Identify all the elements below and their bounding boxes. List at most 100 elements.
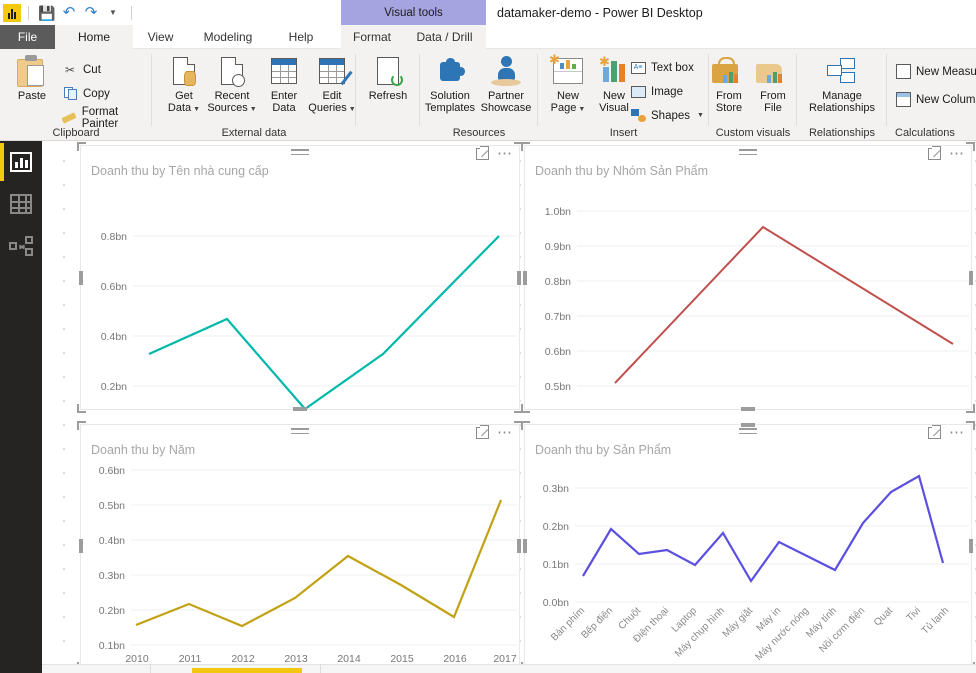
- visual-title: Doanh thu by Nhóm Sản Phẩm: [535, 164, 709, 178]
- visual-revenue-by-product-group[interactable]: ⋯ Doanh thu by Nhóm Sản Phẩm 0.5bn 0.6bn…: [521, 142, 975, 413]
- from-store-button[interactable]: From Store: [705, 53, 753, 119]
- recent-sources-icon: [221, 53, 245, 89]
- save-button[interactable]: 💾: [36, 2, 58, 24]
- tab-format[interactable]: Format: [341, 25, 403, 49]
- text-box-label: Text box: [651, 61, 694, 74]
- x-axis-tick-labels: Bàn phím Bếp điện Chuột Điện thoại Lapto…: [549, 605, 951, 663]
- sidebar-item-report[interactable]: [0, 141, 42, 183]
- contextual-tab-group-label: Visual tools: [341, 0, 486, 25]
- visual-header: ⋯: [81, 146, 519, 164]
- resize-handle-left[interactable]: [79, 539, 83, 553]
- group-label-calculations: Calculations: [895, 127, 955, 139]
- text-box-button[interactable]: A≡ Text box: [630, 57, 694, 78]
- refresh-button[interactable]: Refresh: [360, 53, 416, 119]
- tab-help[interactable]: Help: [268, 25, 334, 49]
- cut-button[interactable]: ✂ Cut: [62, 59, 101, 80]
- format-painter-button[interactable]: Format Painter: [61, 106, 152, 130]
- tab-view[interactable]: View: [133, 25, 188, 49]
- redo-icon: ↷: [84, 4, 98, 21]
- resize-handle-bottom[interactable]: [741, 407, 755, 411]
- resize-handle-bottom[interactable]: [293, 407, 307, 411]
- xtick: Bàn phím: [549, 605, 587, 643]
- redo-button[interactable]: ↷: [80, 2, 102, 24]
- ytick: 0.3bn: [99, 570, 125, 582]
- new-measure-button[interactable]: New Measure: [895, 61, 976, 82]
- page-tab-strip[interactable]: [42, 664, 976, 673]
- edit-queries-label-2: Queries: [308, 102, 347, 114]
- drag-handle[interactable]: [291, 149, 309, 157]
- page-tab-divider-1: [150, 664, 151, 673]
- paste-label: Paste: [17, 90, 47, 102]
- from-store-icon: [712, 53, 746, 89]
- resize-handle-right[interactable]: [517, 539, 521, 553]
- text-box-icon: A≡: [630, 60, 646, 76]
- tab-modeling[interactable]: Modeling: [188, 25, 268, 49]
- from-file-button[interactable]: From File: [749, 53, 797, 119]
- visual-revenue-by-year[interactable]: ⋯ Doanh thu by Năm 0.1bn 0.2bn 0.3bn 0.4…: [77, 421, 523, 671]
- resize-handle-tl[interactable]: [77, 421, 86, 430]
- recent-sources-button[interactable]: Recent Sources ▼: [204, 53, 260, 119]
- more-options-icon[interactable]: ⋯: [949, 425, 965, 440]
- resize-handle-tl[interactable]: [77, 142, 86, 151]
- drag-handle[interactable]: [739, 428, 757, 436]
- focus-mode-icon[interactable]: [476, 148, 489, 160]
- resize-handle-bl[interactable]: [521, 404, 530, 413]
- resize-handle-top[interactable]: [741, 423, 755, 427]
- focus-mode-icon[interactable]: [928, 148, 941, 160]
- ytick: 0.2bn: [99, 605, 125, 617]
- visual-revenue-by-product[interactable]: ⋯ Doanh thu by Sản Phẩm 0.0bn 0.1bn 0.2b…: [521, 421, 975, 671]
- customize-qat-button[interactable]: ▼: [102, 2, 124, 24]
- series-line: [135, 499, 503, 628]
- from-file-label-1: From: [760, 90, 786, 102]
- image-button[interactable]: Image: [630, 81, 683, 102]
- resize-handle-tl[interactable]: [521, 142, 530, 151]
- resize-handle-tr[interactable]: [966, 142, 975, 151]
- manage-relationships-button[interactable]: Manage Relationships: [801, 53, 883, 119]
- resize-handle-left[interactable]: [79, 270, 83, 285]
- new-visual-label-1: New: [602, 90, 625, 102]
- new-measure-label: New Measure: [916, 65, 976, 78]
- shapes-button[interactable]: Shapes ▼: [630, 105, 704, 126]
- report-canvas[interactable]: ⋯ Doanh thu by Tên nhà cung cấp 0.2bn 0.…: [42, 141, 976, 673]
- resize-handle-tr[interactable]: [966, 421, 975, 430]
- edit-queries-button[interactable]: Edit Queries ▼: [304, 53, 360, 119]
- more-options-icon[interactable]: ⋯: [497, 146, 513, 161]
- visual-revenue-by-supplier[interactable]: ⋯ Doanh thu by Tên nhà cung cấp 0.2bn 0.…: [77, 142, 523, 413]
- paste-button[interactable]: Paste: [4, 53, 60, 119]
- save-icon: 💾: [38, 4, 56, 21]
- sidebar-item-data[interactable]: [0, 183, 42, 225]
- copy-button[interactable]: Copy: [62, 83, 110, 104]
- resize-handle-left[interactable]: [523, 270, 527, 285]
- undo-icon: ↶: [62, 4, 76, 21]
- partner-showcase-button[interactable]: Partner Showcase: [478, 53, 534, 119]
- view-switcher-rail: [0, 141, 42, 673]
- new-visual-label-2: Visual: [599, 102, 629, 114]
- focus-mode-icon[interactable]: [476, 427, 489, 439]
- partner-showcase-label-2: Showcase: [480, 102, 532, 114]
- more-options-icon[interactable]: ⋯: [497, 425, 513, 440]
- undo-button[interactable]: ↶: [58, 2, 80, 24]
- tab-data-drill[interactable]: Data / Drill: [403, 25, 486, 49]
- resize-handle-bl[interactable]: [77, 404, 86, 413]
- sidebar-item-model[interactable]: [0, 225, 42, 267]
- xtick: Tivi: [905, 605, 924, 624]
- tab-home[interactable]: Home: [55, 25, 133, 49]
- drag-handle[interactable]: [739, 149, 757, 157]
- resize-handle-right[interactable]: [969, 270, 973, 285]
- resize-handle-tl[interactable]: [521, 421, 530, 430]
- resize-handle-left[interactable]: [523, 539, 527, 553]
- solution-templates-button[interactable]: Solution Templates: [422, 53, 478, 119]
- more-options-icon[interactable]: ⋯: [949, 146, 965, 161]
- drag-handle[interactable]: [291, 428, 309, 436]
- focus-mode-icon[interactable]: [928, 427, 941, 439]
- page-tab-active-indicator[interactable]: [192, 668, 302, 673]
- tab-file[interactable]: File: [0, 25, 55, 49]
- new-column-button[interactable]: New Column: [895, 89, 976, 110]
- resize-handle-right[interactable]: [969, 539, 973, 553]
- copy-icon: [62, 86, 78, 102]
- ytick: 0.2bn: [101, 381, 127, 393]
- resize-handle-right[interactable]: [517, 270, 521, 285]
- paintbrush-icon: [61, 110, 77, 126]
- resize-handle-br[interactable]: [966, 404, 975, 413]
- ribbon-group-refresh: Refresh: [356, 49, 420, 140]
